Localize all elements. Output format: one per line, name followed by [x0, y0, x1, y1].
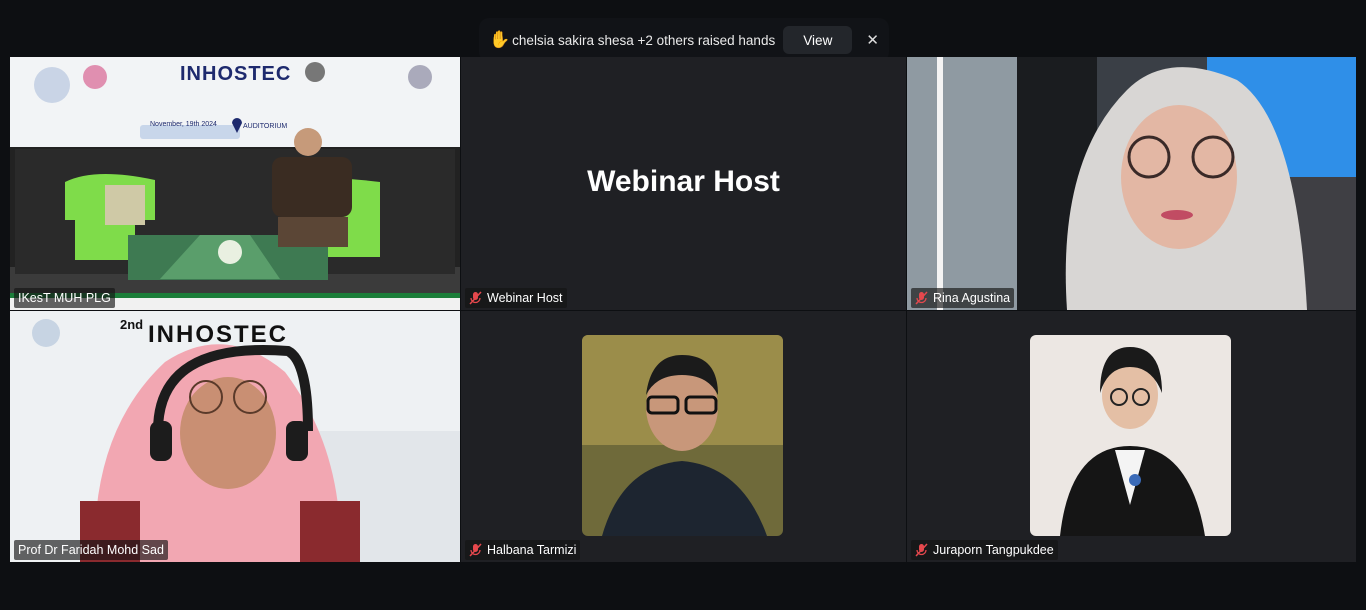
- event-logo-text: INHOSTEC: [180, 63, 292, 85]
- video-tile-faridah-mohd-sad[interactable]: 2nd INHOSTEC Prof Dr Faridah Mohd Sad: [10, 311, 460, 562]
- video-tile-juraporn-tangpukdee[interactable]: Juraporn Tangpukdee: [907, 311, 1356, 562]
- host-tile-title: Webinar Host: [587, 165, 780, 198]
- participant-avatar: [1030, 335, 1231, 536]
- participant-name-text: Rina Agustina: [933, 291, 1011, 305]
- raised-hand-icon: ✋: [489, 30, 511, 49]
- video-tile-ikest[interactable]: INHOSTEC November, 19th 2024 AUDITORIUM …: [10, 57, 460, 310]
- video-tile-halbana-tarmizi[interactable]: Halbana Tarmizi: [461, 311, 906, 562]
- participant-name-label: Prof Dr Faridah Mohd Sad: [14, 540, 168, 560]
- participant-name-label: Webinar Host: [465, 288, 567, 308]
- participant-name-label: IKesT MUH PLG: [14, 288, 115, 308]
- participant-name-text: Webinar Host: [487, 291, 563, 305]
- conference-stage-video: [10, 57, 460, 310]
- participant-avatar: [582, 335, 783, 536]
- event-venue-text: AUDITORIUM: [243, 123, 288, 130]
- video-tile-webinar-host[interactable]: Webinar Host Webinar Host: [461, 57, 906, 310]
- raised-hands-notification: ✋ chelsia sakira shesa +2 others raised …: [479, 18, 889, 62]
- mic-muted-icon: [915, 543, 928, 557]
- participant-name-label: Rina Agustina: [911, 288, 1015, 308]
- participant-name-text: Juraporn Tangpukdee: [933, 543, 1054, 557]
- view-raised-hands-button[interactable]: View: [783, 26, 853, 54]
- participant-name-text: Prof Dr Faridah Mohd Sad: [18, 543, 164, 557]
- video-tile-rina-agustina[interactable]: Rina Agustina: [907, 57, 1356, 310]
- participant-name-text: Halbana Tarmizi: [487, 543, 577, 557]
- mic-muted-icon: [469, 543, 482, 557]
- event-date-text: November, 19th 2024: [150, 121, 217, 128]
- background-logo-text: INHOSTEC: [148, 321, 289, 348]
- participant-name-label: Halbana Tarmizi: [465, 540, 581, 560]
- mic-muted-icon: [915, 291, 928, 305]
- participant-video: [907, 57, 1356, 310]
- background-2nd-text: 2nd: [120, 317, 144, 332]
- participant-name-text: IKesT MUH PLG: [18, 291, 111, 305]
- close-icon[interactable]: ✕: [866, 31, 879, 49]
- raised-hands-message: chelsia sakira shesa +2 others raised ha…: [512, 32, 776, 48]
- mic-muted-icon: [469, 291, 482, 305]
- participant-name-label: Juraporn Tangpukdee: [911, 540, 1058, 560]
